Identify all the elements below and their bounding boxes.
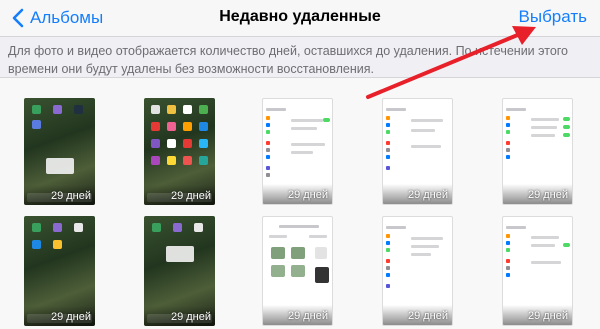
- photo-thumbnail[interactable]: 29 дней: [382, 216, 453, 326]
- days-remaining-label: 29 дней: [287, 189, 328, 201]
- days-remaining-label: 29 дней: [170, 190, 211, 202]
- photo-thumbnail[interactable]: 29 дней: [382, 98, 453, 205]
- photo-thumbnail[interactable]: 29 дней: [262, 98, 333, 205]
- select-button[interactable]: Выбрать: [519, 7, 587, 27]
- photo-thumbnail[interactable]: 29 дней: [502, 98, 573, 205]
- photo-thumbnail[interactable]: 29 дней: [144, 216, 215, 326]
- days-remaining-label: 29 дней: [287, 310, 328, 322]
- page-title: Недавно удаленные: [219, 8, 381, 25]
- days-remaining-label: 29 дней: [170, 311, 211, 323]
- photo-grid: 29 дней 29 дней 29 дней 29 дней 29 дней …: [0, 78, 600, 329]
- photo-thumbnail[interactable]: 29 дней: [144, 98, 215, 205]
- days-remaining-label: 29 дней: [50, 311, 91, 323]
- photo-thumbnail[interactable]: 29 дней: [502, 216, 573, 326]
- days-remaining-label: 29 дней: [407, 310, 448, 322]
- days-remaining-label: 29 дней: [407, 189, 448, 201]
- photo-thumbnail[interactable]: 29 дней: [24, 216, 95, 326]
- days-remaining-label: 29 дней: [527, 189, 568, 201]
- navigation-bar: Альбомы Недавно удаленные Выбрать: [0, 0, 600, 37]
- days-remaining-label: 29 дней: [50, 190, 91, 202]
- photo-thumbnail[interactable]: 29 дней: [262, 216, 333, 326]
- days-remaining-label: 29 дней: [527, 310, 568, 322]
- photo-thumbnail[interactable]: 29 дней: [24, 98, 95, 205]
- info-text: Для фото и видео отображается количество…: [8, 44, 569, 76]
